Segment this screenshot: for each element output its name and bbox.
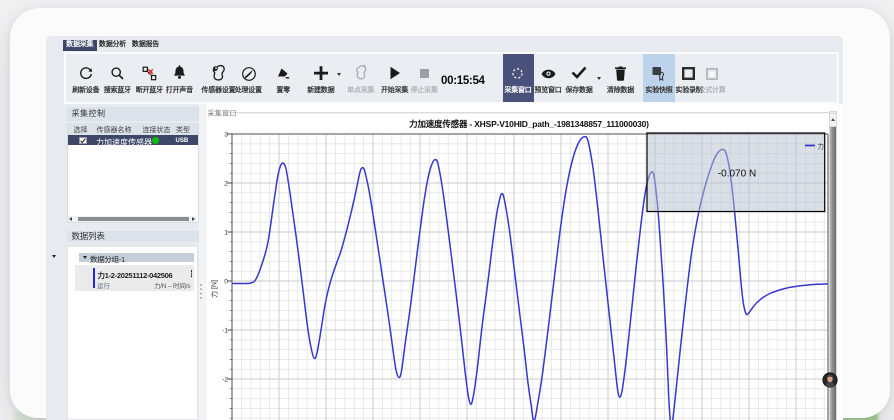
- svg-text:-1: -1: [222, 327, 228, 334]
- svg-text:采集窗口: 采集窗口: [208, 109, 237, 118]
- svg-text:3: 3: [224, 131, 228, 138]
- svg-text:力: 力: [818, 141, 825, 150]
- svg-text:2: 2: [224, 180, 228, 187]
- svg-text:1: 1: [224, 229, 228, 236]
- svg-text:0: 0: [224, 278, 228, 285]
- svg-text:力加速度传感器 - XHSP-V10HID_path_-19: 力加速度传感器 - XHSP-V10HID_path_-1981348857_1…: [409, 119, 649, 129]
- svg-text:-2: -2: [222, 376, 228, 383]
- svg-text:力 [N]: 力 [N]: [210, 280, 219, 298]
- svg-text:-0.070 N: -0.070 N: [718, 169, 756, 180]
